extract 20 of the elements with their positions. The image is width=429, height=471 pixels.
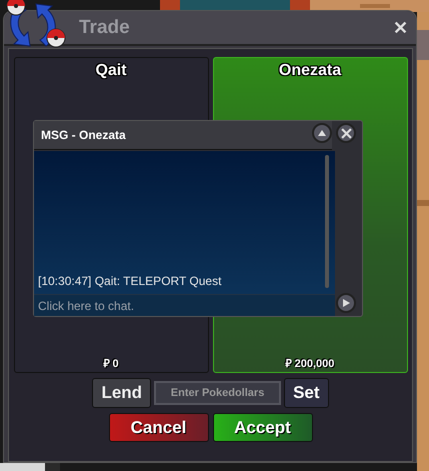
scrollbar[interactable] xyxy=(325,155,329,288)
accept-button[interactable]: Accept xyxy=(212,413,312,442)
player-name: Qait xyxy=(95,62,127,80)
player-name: Onezata xyxy=(278,62,342,80)
money-amount: ₽ 200,000 xyxy=(286,357,334,370)
chat-title: MSG - Onezata xyxy=(41,128,126,142)
set-button[interactable]: Set xyxy=(284,378,329,408)
money-input-field[interactable]: Enter Pokedollars xyxy=(154,381,282,405)
chat-input-field[interactable]: Click here to chat. xyxy=(34,294,335,316)
send-button[interactable] xyxy=(336,293,356,313)
cancel-button[interactable]: Cancel xyxy=(108,413,208,442)
close-icon xyxy=(340,128,352,138)
close-button[interactable]: ✕ xyxy=(391,16,410,38)
play-triangle-icon xyxy=(341,298,351,308)
window-title: Trade xyxy=(79,16,131,38)
lend-button[interactable]: Lend xyxy=(92,378,152,408)
close-button[interactable] xyxy=(336,123,356,143)
money-amount: ₽ 0 xyxy=(103,357,119,370)
up-triangle-icon xyxy=(317,128,327,138)
chat-message: [10:30:47] Qait: TELEPORT Quest xyxy=(38,274,222,288)
